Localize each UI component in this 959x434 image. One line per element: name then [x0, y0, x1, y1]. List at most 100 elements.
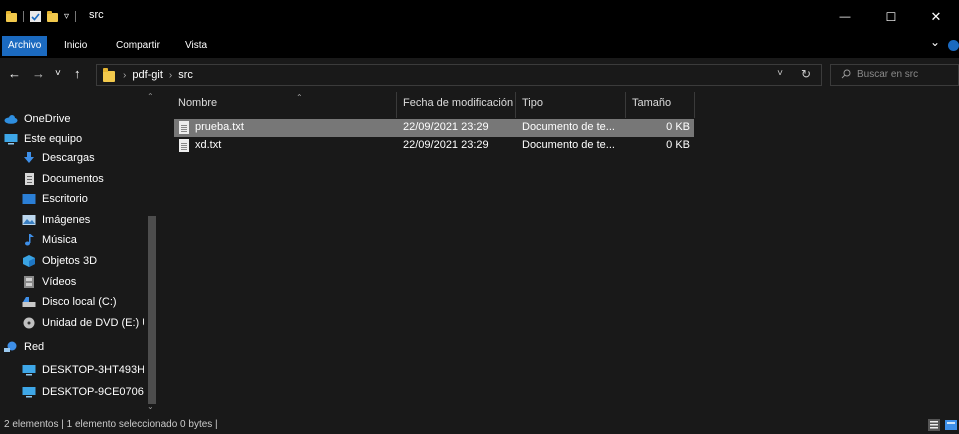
tab-archivo[interactable]: Archivo [2, 36, 48, 56]
scrollbar-thumb[interactable] [148, 216, 156, 404]
music-icon [22, 234, 36, 246]
sidebar-item-label: Música [42, 234, 77, 246]
sidebar-item-disco-local[interactable]: Disco local (C:) [22, 292, 144, 312]
expand-ribbon-icon[interactable]: ⌄ [930, 35, 940, 49]
customize-quick-access-icon[interactable]: ▿ [64, 11, 69, 22]
divider [23, 11, 24, 22]
file-type: Documento de te... [522, 121, 615, 133]
breadcrumb-item[interactable]: pdf-git [132, 69, 163, 81]
address-bar[interactable]: › pdf-git › src ˅ ↻ [96, 64, 822, 86]
column-header-size[interactable]: Tamaño [626, 92, 694, 114]
scroll-down-icon[interactable]: ⌄ [147, 402, 154, 411]
status-text: 2 elementos | 1 elemento seleccionado 0 … [4, 419, 218, 430]
forward-button[interactable]: → [32, 66, 45, 82]
table-row[interactable]: xd.txt 22/09/2021 23:29 Documento de te.… [174, 137, 694, 155]
sidebar-item-label: OneDrive [24, 113, 71, 125]
folder-icon [103, 68, 115, 82]
forward-arrow-icon: → [32, 66, 45, 81]
sidebar-item-label: DESKTOP-9CE0706 [42, 386, 144, 398]
sidebar-item-label: Disco local (C:) [42, 296, 117, 308]
sidebar-item-imagenes[interactable]: Imágenes [22, 210, 144, 230]
minimize-button[interactable]: — [822, 0, 868, 33]
sidebar-item-label: DESKTOP-3HT493H [42, 364, 144, 376]
close-icon: ✕ [930, 8, 942, 24]
sidebar-item-label: Objetos 3D [42, 255, 98, 267]
sidebar-item-onedrive[interactable]: OneDrive [4, 109, 146, 129]
tab-compartir[interactable]: Compartir [110, 36, 166, 56]
up-button[interactable]: ↑ [74, 66, 81, 82]
chevron-right-icon: › [123, 69, 127, 81]
file-name: xd.txt [195, 139, 222, 151]
file-size: 0 KB [666, 121, 690, 133]
file-name: prueba.txt [195, 121, 244, 133]
close-button[interactable]: ✕ [913, 0, 959, 33]
sidebar-item-dvd[interactable]: Unidad de DVD (E:) U [22, 313, 144, 333]
tab-vista[interactable]: Vista [179, 36, 213, 56]
sidebar-item-este-equipo[interactable]: Este equipo [4, 129, 146, 149]
computer-icon [22, 364, 36, 376]
sidebar-item-documentos[interactable]: Documentos [22, 169, 144, 189]
sidebar-item-label: Documentos [42, 173, 104, 185]
cube-icon [22, 255, 36, 267]
ribbon: Archivo Inicio Compartir Vista ⌄ [0, 33, 959, 58]
pictures-icon [22, 214, 36, 226]
status-bar: 2 elementos | 1 elemento seleccionado 0 … [0, 414, 959, 434]
details-view-icon[interactable] [928, 419, 940, 431]
column-header-modified[interactable]: Fecha de modificación [397, 92, 515, 114]
column-header-type[interactable]: Tipo [516, 92, 625, 114]
network-icon [4, 341, 18, 353]
file-size: 0 KB [666, 139, 690, 151]
minimize-icon: — [839, 10, 851, 23]
address-dropdown-icon[interactable]: ˅ [777, 68, 783, 79]
window-title: src [89, 9, 104, 21]
sidebar-item-label: Unidad de DVD (E:) U [42, 317, 144, 329]
recent-locations-button[interactable]: ˅ [55, 66, 61, 82]
title-bar: ▿ src — ☐ ✕ [0, 0, 959, 33]
breadcrumb-item[interactable]: src [178, 69, 193, 81]
file-modified: 22/09/2021 23:29 [403, 139, 489, 151]
help-icon[interactable] [948, 40, 959, 51]
sidebar-scrollbar[interactable]: ⌃ ⌄ [146, 92, 158, 414]
scroll-up-icon[interactable]: ⌃ [147, 92, 154, 101]
tab-inicio[interactable]: Inicio [58, 36, 93, 56]
large-icons-view-icon[interactable] [945, 419, 957, 431]
sidebar-item-label: Vídeos [42, 276, 77, 288]
address-row: ← → ˅ ↑ › pdf-git › src ˅ ↻ Buscar en sr… [0, 58, 959, 92]
sidebar-item-label: Red [24, 341, 45, 353]
file-type: Documento de te... [522, 139, 615, 151]
sidebar-item-desktop-9ce0706[interactable]: DESKTOP-9CE0706 [22, 382, 144, 402]
maximize-icon: ☐ [885, 9, 897, 24]
document-icon [22, 173, 36, 185]
search-placeholder: Buscar en src [857, 69, 919, 80]
chevron-right-icon: › [168, 69, 173, 81]
sidebar-item-videos[interactable]: Vídeos [22, 272, 144, 292]
sidebar-item-red[interactable]: Red [4, 337, 146, 357]
desktop-icon [22, 193, 36, 205]
sidebar-item-musica[interactable]: Música [22, 230, 144, 250]
sidebar-item-label: Imágenes [42, 214, 91, 226]
sidebar-item-objetos-3d[interactable]: Objetos 3D [22, 251, 144, 271]
file-modified: 22/09/2021 23:29 [403, 121, 489, 133]
refresh-icon[interactable]: ↻ [801, 67, 811, 81]
column-divider[interactable] [694, 92, 695, 118]
film-icon [22, 276, 36, 288]
table-row[interactable]: prueba.txt 22/09/2021 23:29 Documento de… [174, 119, 694, 137]
navigation-pane: OneDrive Este equipo Descargas Documento… [0, 92, 160, 414]
column-header-name[interactable]: Nombre ⌃ [172, 92, 396, 114]
maximize-button[interactable]: ☐ [868, 0, 914, 33]
computer-icon [22, 386, 36, 398]
properties-icon[interactable] [30, 11, 41, 22]
sidebar-item-desktop-3ht493h[interactable]: DESKTOP-3HT493H [22, 360, 144, 380]
sidebar-item-escritorio[interactable]: Escritorio [22, 189, 144, 209]
sidebar-item-descargas[interactable]: Descargas [22, 148, 144, 168]
new-folder-icon[interactable] [47, 11, 58, 22]
folder-icon [6, 11, 17, 22]
cloud-icon [4, 113, 18, 125]
search-input[interactable]: Buscar en src [830, 64, 959, 86]
text-file-icon [179, 121, 189, 134]
sidebar-item-label: Escritorio [42, 193, 88, 205]
file-list: Nombre ⌃ Fecha de modificación Tipo Tama… [160, 92, 959, 414]
back-button[interactable]: ← [8, 66, 21, 82]
sidebar-item-label: Este equipo [24, 133, 83, 145]
search-icon [841, 69, 851, 79]
